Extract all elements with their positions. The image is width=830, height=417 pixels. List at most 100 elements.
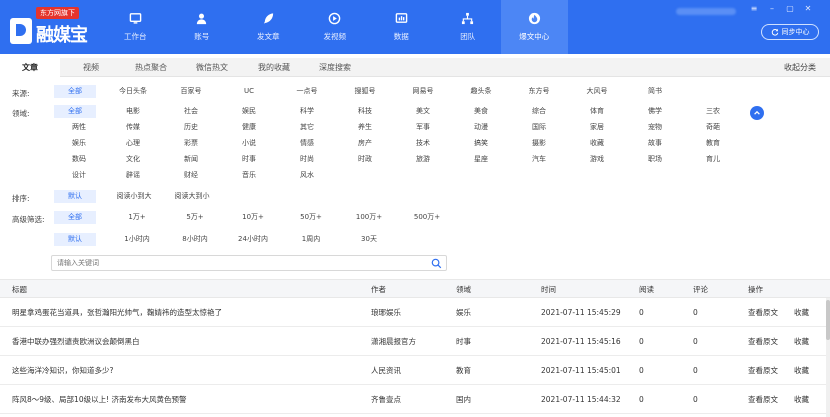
article-title[interactable]: 香港中联办强烈谴责欧洲议会颠倒黑白: [12, 327, 140, 356]
field-chip[interactable]: 娱民: [224, 105, 274, 118]
field-chip[interactable]: 宠物: [630, 121, 680, 134]
field-chip[interactable]: 美文: [398, 105, 448, 118]
field-chip[interactable]: 职场: [630, 153, 680, 166]
field-chip[interactable]: 三农: [688, 105, 738, 118]
menu-icon[interactable]: ≡: [750, 4, 758, 13]
field-chip[interactable]: 科学: [282, 105, 332, 118]
field-chip[interactable]: 全部: [54, 105, 96, 118]
source-chip[interactable]: 趣头条: [456, 85, 506, 98]
field-chip[interactable]: 军事: [398, 121, 448, 134]
article-title[interactable]: 明星拿鸡蛋花当道具，张哲瀚阳光帅气，鞠婧祎的造型太惊艳了: [12, 298, 222, 327]
read-filter-chip[interactable]: 全部: [54, 211, 96, 224]
source-chip[interactable]: 网易号: [398, 85, 448, 98]
field-chip[interactable]: 佛学: [630, 105, 680, 118]
table-row[interactable]: 香港中联办强烈谴责欧洲议会颠倒黑白 潇湘晨报官方 时事 2021-07-11 15:4…: [0, 327, 830, 356]
field-chip[interactable]: 养生: [340, 121, 390, 134]
tab-video[interactable]: 视频: [62, 58, 120, 77]
table-row[interactable]: 明星拿鸡蛋花当道具，张哲瀚阳光帅气，鞠婧祎的造型太惊艳了 琅琊娱乐 娱乐 2021-0…: [0, 298, 830, 327]
favorite-link[interactable]: 收藏: [794, 327, 809, 356]
field-chip[interactable]: 心理: [108, 137, 158, 150]
field-chip[interactable]: 综合: [514, 105, 564, 118]
field-chip[interactable]: 辟谣: [108, 169, 158, 182]
time-filter-chip[interactable]: 默认: [54, 233, 96, 246]
field-chip[interactable]: 时事: [224, 153, 274, 166]
field-chip[interactable]: 收藏: [572, 137, 622, 150]
field-chip[interactable]: 风水: [282, 169, 332, 182]
source-chip[interactable]: 一点号: [282, 85, 332, 98]
minimize-icon[interactable]: –: [768, 4, 776, 13]
field-chip[interactable]: 娱乐: [54, 137, 104, 150]
field-chip[interactable]: 设计: [54, 169, 104, 182]
sync-center-button[interactable]: 同步中心: [761, 24, 819, 40]
tab-hot-aggregate[interactable]: 热点聚合: [122, 58, 180, 77]
field-chip[interactable]: 小说: [224, 137, 274, 150]
field-chip[interactable]: 健康: [224, 121, 274, 134]
favorite-link[interactable]: 收藏: [794, 385, 809, 414]
read-filter-chip[interactable]: 5万+: [170, 211, 220, 224]
field-chip[interactable]: 故事: [630, 137, 680, 150]
time-filter-chip[interactable]: 1小时内: [112, 233, 162, 246]
field-chip[interactable]: 房产: [340, 137, 390, 150]
field-chip[interactable]: 两性: [54, 121, 104, 134]
read-filter-chip[interactable]: 500万+: [402, 211, 452, 224]
tab-wechat-hot[interactable]: 微信热文: [182, 58, 242, 77]
article-title[interactable]: 这些海洋冷知识，你知道多少?: [12, 356, 113, 385]
nav-post-video[interactable]: 发视频: [302, 0, 369, 54]
view-original-link[interactable]: 查看原文: [748, 385, 778, 414]
sort-chip[interactable]: 阅读大到小: [166, 190, 218, 203]
view-original-link[interactable]: 查看原文: [748, 327, 778, 356]
read-filter-chip[interactable]: 100万+: [344, 211, 394, 224]
field-chip[interactable]: 音乐: [224, 169, 274, 182]
collapse-category-link[interactable]: 收起分类: [784, 58, 816, 77]
field-chip[interactable]: 家居: [572, 121, 622, 134]
sort-chip[interactable]: 阅读小到大: [108, 190, 160, 203]
favorite-link[interactable]: 收藏: [794, 356, 809, 385]
article-title[interactable]: 阵风8～9级、局部10级以上! 济南发布大风黄色预警: [12, 385, 186, 414]
tab-deep-search[interactable]: 深度搜索: [306, 58, 364, 77]
field-chip[interactable]: 摄影: [514, 137, 564, 150]
nav-workbench[interactable]: 工作台: [102, 0, 169, 54]
field-chip[interactable]: 体育: [572, 105, 622, 118]
field-chip[interactable]: 游戏: [572, 153, 622, 166]
table-row[interactable]: 阵风8～9级、局部10级以上! 济南发布大风黄色预警 齐鲁壹点 国内 2021-07-…: [0, 385, 830, 414]
field-chip[interactable]: 美食: [456, 105, 506, 118]
collapse-fields-button[interactable]: [750, 106, 764, 120]
time-filter-chip[interactable]: 24小时内: [228, 233, 278, 246]
nav-team[interactable]: 团队: [435, 0, 502, 54]
field-chip[interactable]: 电影: [108, 105, 158, 118]
field-chip[interactable]: 文化: [108, 153, 158, 166]
source-chip[interactable]: 百家号: [166, 85, 216, 98]
field-chip[interactable]: 时尚: [282, 153, 332, 166]
search-icon[interactable]: [431, 258, 442, 269]
read-filter-chip[interactable]: 50万+: [286, 211, 336, 224]
field-chip[interactable]: 历史: [166, 121, 216, 134]
field-chip[interactable]: 汽车: [514, 153, 564, 166]
nav-post-article[interactable]: 发文章: [235, 0, 302, 54]
nav-hot-center[interactable]: 爆文中心: [501, 0, 568, 54]
field-chip[interactable]: 动漫: [456, 121, 506, 134]
field-chip[interactable]: 其它: [282, 121, 332, 134]
search-input[interactable]: [52, 256, 422, 270]
field-chip[interactable]: 育儿: [688, 153, 738, 166]
favorite-link[interactable]: 收藏: [794, 298, 809, 327]
field-chip[interactable]: 情感: [282, 137, 332, 150]
time-filter-chip[interactable]: 1周内: [286, 233, 336, 246]
maximize-icon[interactable]: ▢: [786, 4, 794, 13]
read-filter-chip[interactable]: 1万+: [112, 211, 162, 224]
field-chip[interactable]: 财经: [166, 169, 216, 182]
source-chip[interactable]: 东方号: [514, 85, 564, 98]
view-original-link[interactable]: 查看原文: [748, 356, 778, 385]
field-chip[interactable]: 搞笑: [456, 137, 506, 150]
field-chip[interactable]: 国际: [514, 121, 564, 134]
scrollbar-thumb[interactable]: [826, 300, 830, 340]
time-filter-chip[interactable]: 30天: [344, 233, 394, 246]
field-chip[interactable]: 星座: [456, 153, 506, 166]
source-chip[interactable]: UC: [224, 85, 274, 98]
field-chip[interactable]: 教育: [688, 137, 738, 150]
view-original-link[interactable]: 查看原文: [748, 298, 778, 327]
field-chip[interactable]: 数码: [54, 153, 104, 166]
source-chip[interactable]: 大风号: [572, 85, 622, 98]
tab-article[interactable]: 文章: [0, 58, 60, 77]
user-info[interactable]: [676, 7, 746, 15]
sort-chip[interactable]: 默认: [54, 190, 96, 203]
